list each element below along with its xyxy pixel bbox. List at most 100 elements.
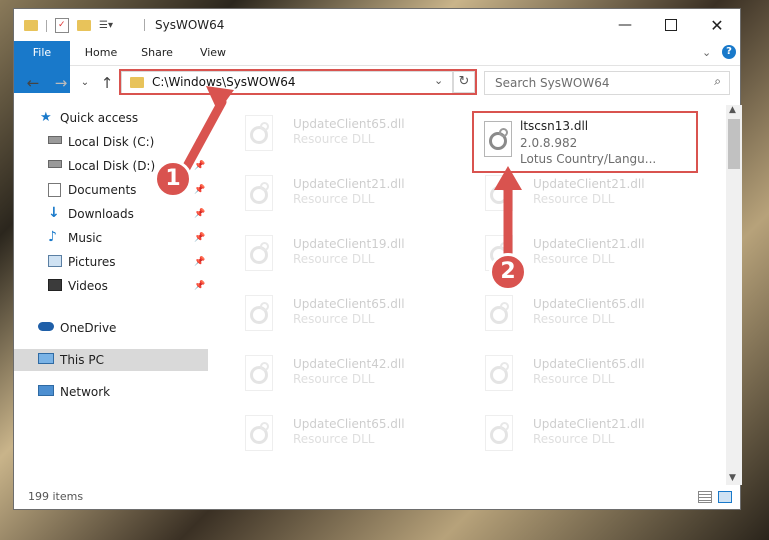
file-name: UpdateClient65.dll [533,297,645,311]
sidebar-item-label: Local Disk (C:) [68,135,155,149]
list-item[interactable]: UpdateClient65.dll Resource DLL [232,289,454,341]
pin-icon: 📌 [194,257,206,267]
properties-icon[interactable]: ✓ [55,18,69,33]
up-arrow-icon: ↑ [100,74,114,92]
scroll-thumb[interactable] [728,119,740,169]
file-type: Resource DLL [293,192,375,206]
network-icon [38,385,54,396]
pin-icon: 📌 [194,233,206,243]
list-item[interactable]: UpdateClient65.dll Resource DLL [472,289,694,341]
file-name: ltscsn13.dll [520,119,589,133]
file-version: 2.0.8.982 [520,136,578,150]
sidebar-item-label: Documents [68,183,137,197]
help-icon[interactable]: ? [722,45,736,59]
maximize-icon [665,19,677,31]
list-item-highlighted[interactable]: ltscsn13.dll 2.0.8.982 Lotus Country/Lan… [472,111,698,173]
sidebar-item-label: OneDrive [60,321,117,335]
tab-share[interactable]: Share [132,41,182,65]
sidebar-item-this-pc[interactable]: This PC [14,349,208,371]
vertical-scrollbar[interactable]: ▲ ▼ [726,105,742,485]
list-item[interactable]: UpdateClient21.dll Resource DLL [232,169,454,221]
file-name: UpdateClient21.dll [533,237,645,251]
file-name: UpdateClient19.dll [293,237,405,251]
file-name: UpdateClient21.dll [533,177,645,191]
navigation-bar: ← → ⌄ ↑ C:\Windows\SysWOW64 ⌄ ↻ ⌕ [14,66,740,102]
item-count: 199 items [28,490,84,503]
sidebar-item-label: Videos [68,279,108,293]
videos-icon [48,279,62,291]
up-button[interactable]: ↑ [98,74,116,92]
sidebar-item-downloads[interactable]: ↓ Downloads 📌 [14,203,208,225]
file-explorer-window: ✓ ☰▾ SysWOW64 — ✕ File Home Share View ⌄… [13,8,742,510]
sidebar-item-videos[interactable]: Videos 📌 [14,275,208,297]
star-icon: ★ [40,110,52,125]
address-highlight-box [119,69,477,95]
customize-toolbar-icon[interactable]: ☰▾ [99,20,113,31]
file-type: Resource DLL [533,432,615,446]
details-view-icon[interactable] [698,491,712,503]
separator-icon [144,19,145,31]
list-item[interactable]: UpdateClient21.dll Resource DLL [472,169,694,221]
sidebar-item-pictures[interactable]: Pictures 📌 [14,251,208,273]
sidebar-item-label: Downloads [68,207,134,221]
dll-file-icon [245,175,273,211]
drive-icon [48,136,62,144]
maximize-button[interactable] [648,9,694,41]
sidebar-item-music[interactable]: ♪ Music 📌 [14,227,208,249]
back-button[interactable]: ← [24,74,42,92]
list-item[interactable]: UpdateClient21.dll Resource DLL [472,409,694,461]
list-item[interactable]: UpdateClient65.dll Resource DLL [232,409,454,461]
status-bar: 199 items [14,487,740,509]
file-type: Resource DLL [533,312,615,326]
sidebar-item-network[interactable]: Network [14,381,208,403]
dll-file-icon [245,355,273,391]
scroll-down-icon[interactable]: ▼ [729,473,736,483]
file-type: Resource DLL [533,252,615,266]
dll-file-icon [485,295,513,331]
quick-access-toolbar: ✓ ☰▾ [24,18,113,33]
new-folder-icon[interactable] [77,20,91,31]
dll-file-icon [485,355,513,391]
sidebar-item-label: Pictures [68,255,116,269]
pin-icon: 📌 [194,161,206,171]
scroll-up-icon[interactable]: ▲ [729,105,736,115]
list-item[interactable]: UpdateClient65.dll Resource DLL [232,109,454,161]
file-type: Resource DLL [533,192,615,206]
search-box[interactable]: ⌕ [484,71,730,95]
tab-view[interactable]: View [188,41,238,65]
list-item[interactable]: UpdateClient42.dll Resource DLL [232,349,454,401]
search-input[interactable] [493,74,707,92]
large-icons-view-icon[interactable] [718,491,732,503]
computer-icon [38,353,54,364]
step-1-badge: 1 [154,160,192,198]
file-name: UpdateClient21.dll [533,417,645,431]
back-arrow-icon: ← [26,74,40,92]
tab-home[interactable]: Home [76,41,126,65]
minimize-button[interactable]: — [602,9,648,41]
sidebar-item-local-disk-c[interactable]: Local Disk (C:) 📌 [14,131,208,153]
list-item[interactable]: UpdateClient19.dll Resource DLL [232,229,454,281]
file-type: Resource DLL [293,312,375,326]
forward-arrow-icon: → [54,74,68,92]
expand-ribbon-icon[interactable]: ⌄ [702,46,711,59]
forward-button[interactable]: → [52,74,70,92]
search-icon[interactable]: ⌕ [714,74,721,89]
file-description: Lotus Country/Langu... [520,152,657,166]
sidebar-item-label: This PC [60,353,104,367]
dll-file-icon [245,415,273,451]
sidebar-item-onedrive[interactable]: OneDrive [14,317,208,339]
pin-icon: 📌 [194,281,206,291]
file-name: UpdateClient21.dll [293,177,405,191]
documents-icon [48,183,61,197]
file-list: UpdateClient65.dll Resource DLL ltscsn13… [222,105,727,485]
close-button[interactable]: ✕ [694,9,740,41]
sidebar-item-quick-access[interactable]: ★ Quick access [14,107,208,129]
drive-icon [48,160,62,168]
list-item[interactable]: UpdateClient65.dll Resource DLL [472,349,694,401]
folder-icon[interactable] [24,20,38,31]
sidebar-item-label: Network [60,385,111,399]
recent-locations-button[interactable]: ⌄ [76,74,94,92]
pin-icon: 📌 [194,137,206,147]
dll-file-icon [245,235,273,271]
file-name: UpdateClient65.dll [293,417,405,431]
